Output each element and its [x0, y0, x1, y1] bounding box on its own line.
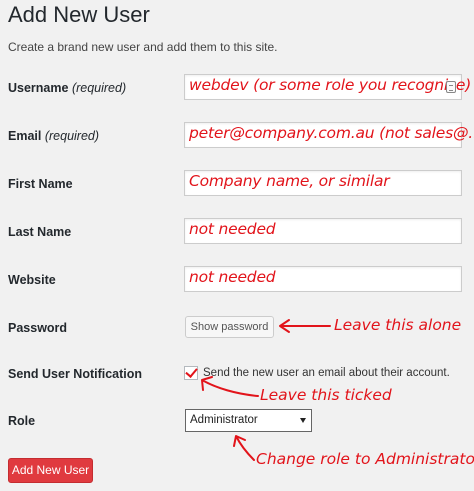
annotation-arrows [201, 319, 331, 461]
arrow-to-role-select [233, 435, 255, 461]
arrow-to-show-password [279, 319, 331, 333]
arrow-to-checkbox [201, 376, 259, 397]
